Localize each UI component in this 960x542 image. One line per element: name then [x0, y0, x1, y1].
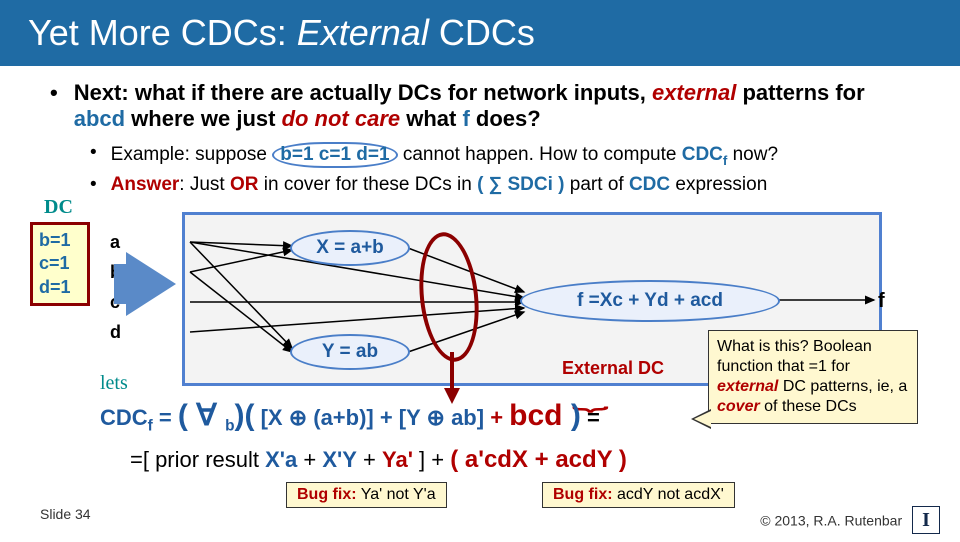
- f-output: f: [878, 290, 885, 313]
- s1-post: now?: [727, 144, 778, 165]
- b1-abcd: abcd: [74, 106, 125, 131]
- b1-dc: do not care: [282, 106, 401, 131]
- s2-ans: Answer: [111, 174, 180, 195]
- lets-annotation: lets: [100, 372, 128, 395]
- eq2-t1: X'a: [265, 447, 297, 472]
- b1-ext: external: [652, 80, 736, 105]
- in-d: d: [110, 322, 121, 343]
- eq2-p1: +: [297, 447, 322, 472]
- eq2-post1: ] +: [413, 447, 450, 472]
- s2-post: expression: [670, 174, 767, 195]
- external-dc-label: External DC: [562, 358, 664, 379]
- equation-result: =[ prior result X'a + X'Y + Ya' ] + ( a'…: [130, 446, 627, 474]
- bugfix-2: Bug fix: acdY not acdX': [542, 482, 735, 508]
- slide-number: Slide 34: [40, 506, 91, 534]
- sub2-dot: •: [90, 174, 97, 196]
- s2-m3: part of: [565, 174, 629, 195]
- s2-sig: ( ∑ SDCi ): [477, 174, 564, 195]
- eq1-cdc: CDC: [100, 405, 148, 430]
- bf2-txt: acdY not acdX': [613, 486, 724, 503]
- diagram: DC b=1 c=1 d=1 a b c d: [30, 202, 900, 542]
- s2-cdc: CDC: [629, 174, 670, 195]
- eq2-p2: +: [357, 447, 382, 472]
- title-bar: Yet More CDCs: External CDCs: [0, 0, 960, 66]
- co-cov: cover: [717, 398, 760, 415]
- b1-mid3: what: [400, 106, 462, 131]
- bf1-lab: Bug fix:: [297, 486, 357, 503]
- dc-box: b=1 c=1 d=1: [30, 222, 90, 306]
- title-italic: External: [297, 12, 429, 53]
- sub1: • Example: suppose b=1 c=1 d=1 cannot ha…: [90, 142, 910, 168]
- eq2-t2: X'Y: [322, 447, 357, 472]
- eq1-plus: +: [484, 405, 509, 430]
- title-pre: Yet More CDCs:: [28, 12, 297, 53]
- eq2-t3: Ya': [382, 447, 413, 472]
- eq1-eq2: =: [581, 405, 600, 430]
- b1-pre: Next: what if there are actually DCs for…: [74, 80, 652, 105]
- bullet-text: Next: what if there are actually DCs for…: [74, 80, 910, 132]
- b1-post: does?: [470, 106, 541, 131]
- illinois-logo-icon: I: [912, 506, 940, 534]
- bugfix-1: Bug fix: Ya' not Y'a: [286, 482, 447, 508]
- co-l2: DC patterns, ie, a: [778, 378, 907, 395]
- co-l1: What is this? Boolean function that =1 f…: [717, 338, 872, 375]
- bubble-y: Y = ab: [290, 334, 410, 370]
- bf2-lab: Bug fix:: [553, 486, 613, 503]
- bullet-main: • Next: what if there are actually DCs f…: [50, 80, 910, 132]
- eq1-bcd: bcd: [509, 399, 562, 432]
- title-post: CDCs: [429, 12, 535, 53]
- eq1-eq: =: [153, 405, 178, 430]
- content: • Next: what if there are actually DCs f…: [0, 66, 960, 542]
- sub1-dot: •: [90, 142, 97, 168]
- s1-circ: b=1 c=1 d=1: [272, 142, 397, 168]
- eq1-c2: ): [563, 399, 581, 432]
- in-a: a: [110, 232, 120, 253]
- s1-cdc-t: CDC: [682, 144, 723, 165]
- eq2-close: ): [612, 446, 627, 473]
- copy-text: © 2013, R.A. Rutenbar: [760, 513, 902, 529]
- s2-m2: in cover for these DCs in: [258, 174, 477, 195]
- eq2-open: (: [450, 446, 465, 473]
- callout-box: What is this? Boolean function that =1 f…: [708, 330, 918, 424]
- bf1-txt: Ya' not Y'a: [357, 486, 436, 503]
- s1-pre: Example: suppose: [111, 144, 273, 165]
- eq1-c1: )(: [234, 399, 254, 432]
- sub1-text: Example: suppose b=1 c=1 d=1 cannot happ…: [111, 142, 778, 168]
- s2-m1: : Just: [179, 174, 230, 195]
- bubble-f: f =Xc + Yd + acd: [520, 280, 780, 322]
- dc-l2: c=1: [39, 252, 81, 275]
- b1-mid2: where we just: [125, 106, 282, 131]
- eq1-terms: [X ⊕ (a+b)] + [Y ⊕ ab]: [254, 405, 484, 430]
- pen-dc-annotation: DC: [44, 196, 73, 219]
- co-ext: external: [717, 378, 778, 395]
- bubble-x: X = a+b: [290, 230, 410, 266]
- s2-or: OR: [230, 174, 259, 195]
- b1-f: f: [462, 106, 469, 131]
- bullet-dot: •: [50, 80, 58, 132]
- co-l3: of these DCs: [760, 398, 857, 415]
- b1-mid: patterns for: [736, 80, 864, 105]
- eq2-r1: a'cdX + acdY: [465, 446, 612, 473]
- equation-cdc: CDCf = ( ∀ b)( [X ⊕ (a+b)] + [Y ⊕ ab] + …: [100, 398, 600, 435]
- copyright: © 2013, R.A. Rutenbar I: [760, 506, 940, 534]
- big-arrow-icon: [126, 252, 176, 316]
- footer: Slide 34 © 2013, R.A. Rutenbar I: [0, 506, 960, 536]
- sub2: • Answer: Just OR in cover for these DCs…: [90, 174, 910, 196]
- s1-mid: cannot happen. How to compute: [398, 144, 682, 165]
- dc-l1: b=1: [39, 229, 81, 252]
- dc-l3: d=1: [39, 276, 81, 299]
- s1-cdc: CDCf: [682, 144, 728, 165]
- eq1-forall: ( ∀: [178, 399, 225, 432]
- eq2-pre: =[ prior result: [130, 447, 265, 472]
- sub2-text: Answer: Just OR in cover for these DCs i…: [111, 174, 768, 196]
